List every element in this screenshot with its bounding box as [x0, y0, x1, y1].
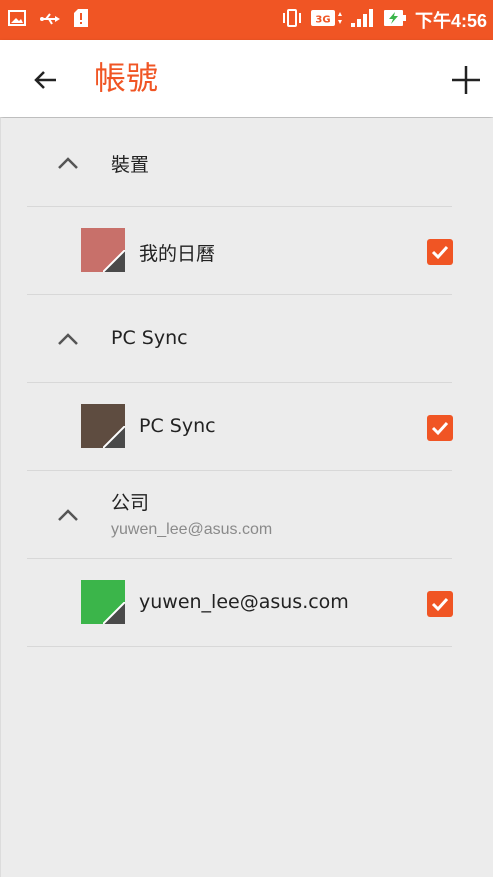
chevron-up-icon[interactable]: [55, 326, 81, 352]
sim-alert-icon: [74, 9, 88, 31]
group-header-device[interactable]: 裝置: [1, 118, 493, 206]
calendar-checkbox[interactable]: [427, 591, 453, 617]
vibrate-icon: [281, 9, 303, 31]
divider: [27, 646, 452, 647]
page-title: 帳號: [94, 59, 159, 97]
calendar-item-company[interactable]: yuwen_lee@asus.com: [1, 559, 493, 647]
calendar-item-pc-sync[interactable]: PC Sync: [1, 383, 493, 471]
calendar-color-swatch[interactable]: [81, 404, 125, 448]
group-title: 公司: [111, 492, 150, 514]
calendar-name: yuwen_lee@asus.com: [139, 591, 349, 613]
image-notification-icon: [8, 10, 26, 30]
network-3g-icon: 3G: [310, 9, 343, 31]
calendar-color-swatch[interactable]: [81, 580, 125, 624]
status-bar-system: 3G 下午4:56: [281, 8, 487, 32]
signal-icon: [350, 9, 375, 31]
calendar-name: PC Sync: [139, 415, 216, 437]
calendar-name: 我的日曆: [139, 243, 216, 265]
add-account-button[interactable]: [449, 63, 483, 97]
chevron-up-icon[interactable]: [55, 150, 81, 176]
check-icon: [427, 245, 453, 269]
arrow-left-icon: [28, 71, 62, 101]
calendar-checkbox[interactable]: [427, 415, 453, 441]
status-time: 下午4:56: [414, 11, 487, 31]
calendar-color-swatch[interactable]: [81, 228, 125, 272]
check-icon: [427, 421, 453, 445]
group-subtitle: yuwen_lee@asus.com: [111, 521, 273, 538]
svg-text:3G: 3G: [315, 15, 330, 26]
status-bar-notifications: [8, 8, 88, 32]
group-title: PC Sync: [111, 327, 188, 349]
status-bar: 3G 下午4:56: [0, 0, 493, 40]
group-header-company[interactable]: 公司 yuwen_lee@asus.com: [1, 471, 493, 559]
group-header-pc-sync[interactable]: PC Sync: [1, 295, 493, 383]
plus-icon: [449, 66, 483, 101]
app-bar: 帳號: [0, 40, 493, 117]
account-list: 裝置 我的日曆 PC Sync PC Sync 公司 yuwen_lee@asu…: [0, 118, 493, 877]
check-icon: [427, 597, 453, 621]
group-title: 裝置: [111, 154, 150, 176]
battery-charging-icon: [383, 9, 407, 31]
calendar-checkbox[interactable]: [427, 239, 453, 265]
usb-icon: [40, 11, 60, 30]
chevron-up-icon[interactable]: [55, 502, 81, 528]
calendar-item-my-calendar[interactable]: 我的日曆: [1, 207, 493, 295]
back-button[interactable]: [28, 63, 62, 97]
